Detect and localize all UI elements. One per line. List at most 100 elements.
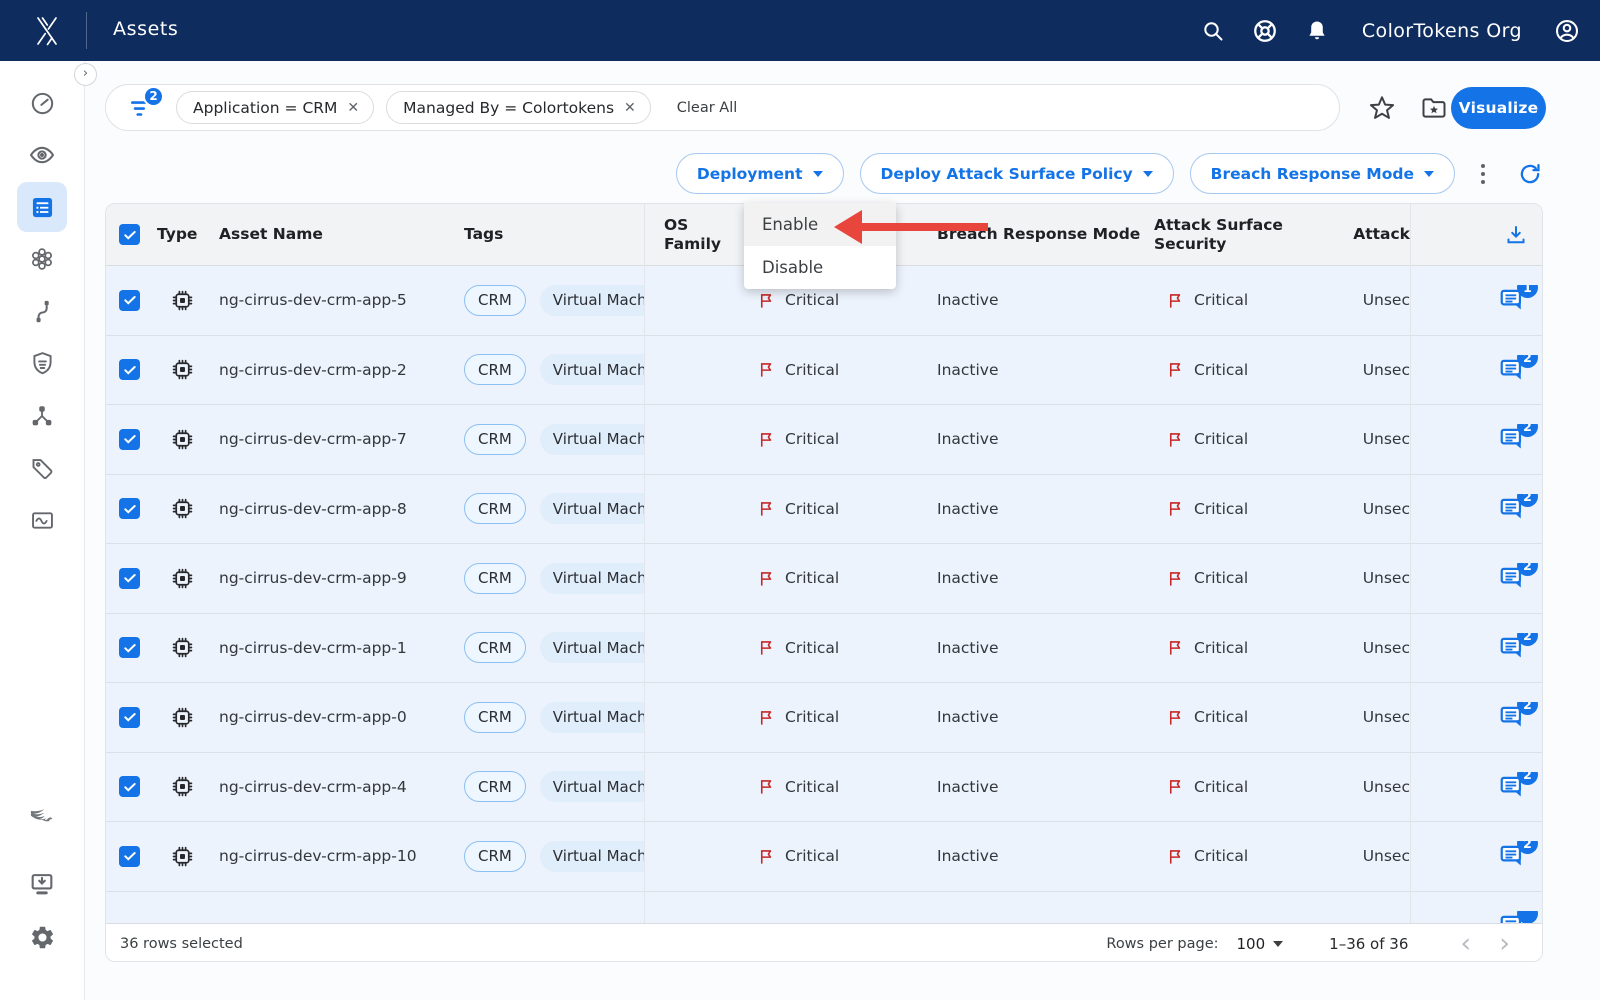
asset-name: ng-cirrus-dev-crm-app-0 bbox=[211, 708, 456, 726]
colortokens-logo-icon[interactable] bbox=[30, 14, 64, 48]
table-row[interactable]: ng-cirrus-dev-crm-app-8 CRM Virtual Mach… bbox=[106, 475, 1542, 545]
tag-virtual-machine[interactable]: Virtual Machine bbox=[540, 632, 644, 663]
sidebar-item-policies[interactable] bbox=[17, 338, 67, 388]
select-all-checkbox[interactable] bbox=[119, 224, 140, 245]
cluster-icon bbox=[28, 245, 56, 273]
reports-chart-icon bbox=[29, 507, 56, 534]
breach-response-mode-cell: Inactive bbox=[931, 708, 1148, 726]
saved-filters-folder-icon[interactable] bbox=[1420, 94, 1448, 122]
sidebar-item-assets[interactable] bbox=[17, 182, 67, 232]
sidebar-item-integration[interactable] bbox=[17, 790, 67, 840]
tag-virtual-machine[interactable]: Virtual Machine bbox=[540, 493, 644, 524]
menu-item-disable[interactable]: Disable bbox=[744, 246, 896, 289]
previous-page-chevron[interactable]: ‹ bbox=[1446, 934, 1485, 954]
tag-crm[interactable]: CRM bbox=[464, 702, 526, 733]
sidebar-item-connections[interactable] bbox=[17, 286, 67, 336]
comments-icon[interactable]: 2 bbox=[1498, 424, 1528, 454]
search-icon[interactable] bbox=[1200, 18, 1226, 44]
sidebar-item-agent-download[interactable] bbox=[17, 859, 67, 909]
tag-virtual-machine[interactable]: Virtual Machine bbox=[540, 354, 644, 385]
more-actions-kebab-icon[interactable] bbox=[1476, 158, 1490, 190]
tag-crm[interactable]: CRM bbox=[464, 493, 526, 524]
comments-icon[interactable]: 2 bbox=[1498, 633, 1528, 663]
rows-per-page-select[interactable]: 100 bbox=[1237, 935, 1284, 953]
tag-virtual-machine[interactable]: Virtual Machine bbox=[540, 285, 644, 316]
account-avatar-icon[interactable] bbox=[1554, 18, 1580, 44]
table-row[interactable]: ng-cirrus-dev-crm-app-10 CRM Virtual Mac… bbox=[106, 822, 1542, 892]
clear-all-filters[interactable]: Clear All bbox=[677, 100, 738, 116]
tag-crm[interactable]: CRM bbox=[464, 632, 526, 663]
tag-crm[interactable]: CRM bbox=[464, 354, 526, 385]
column-divider bbox=[644, 204, 645, 923]
org-name[interactable]: ColorTokens Org bbox=[1362, 20, 1522, 42]
filter-icon[interactable]: 2 bbox=[128, 95, 154, 121]
tag-crm[interactable]: CRM bbox=[464, 424, 526, 455]
asset-name: ng-cirrus-dev-crm-app-10 bbox=[211, 847, 456, 865]
sidebar-item-applications[interactable] bbox=[17, 234, 67, 284]
table-row[interactable]: ng-cirrus-dev-crm-app-9 CRM Virtual Mach… bbox=[106, 544, 1542, 614]
tag-virtual-machine[interactable]: Virtual Machine bbox=[540, 424, 644, 455]
comments-icon[interactable]: 2 bbox=[1498, 563, 1528, 593]
breach-response-mode-button[interactable]: Breach Response Mode bbox=[1190, 153, 1455, 194]
comments-icon[interactable] bbox=[1498, 911, 1528, 923]
attack-truncated-cell: Unsec bbox=[1343, 778, 1410, 796]
sidebar-item-settings[interactable] bbox=[17, 912, 67, 962]
table-row[interactable]: ng-cirrus-dev-crm-app-0 CRM Virtual Mach… bbox=[106, 683, 1542, 753]
comments-icon[interactable]: 1 bbox=[1498, 285, 1528, 315]
row-checkbox[interactable] bbox=[119, 359, 140, 380]
cable-icon bbox=[29, 298, 56, 325]
filter-chip-application[interactable]: Application = CRM ✕ bbox=[176, 91, 374, 124]
visualize-button[interactable]: Visualize bbox=[1451, 87, 1546, 129]
chip-close-icon[interactable]: ✕ bbox=[347, 100, 359, 116]
critical-flag-icon bbox=[757, 569, 776, 588]
row-checkbox[interactable] bbox=[119, 707, 140, 728]
critical-flag-icon bbox=[757, 499, 776, 518]
row-checkbox[interactable] bbox=[119, 429, 140, 450]
deployment-button[interactable]: Deployment bbox=[676, 153, 844, 194]
comments-icon[interactable]: 2 bbox=[1498, 772, 1528, 802]
table-row[interactable]: ng-cirrus-dev-crm-app-1 CRM Virtual Mach… bbox=[106, 614, 1542, 684]
favorite-star-icon[interactable] bbox=[1368, 94, 1396, 122]
table-row[interactable]: ng-cirrus-dev-crm-app-4 CRM Virtual Mach… bbox=[106, 753, 1542, 823]
tag-crm[interactable]: CRM bbox=[464, 841, 526, 872]
deploy-attack-surface-policy-button[interactable]: Deploy Attack Surface Policy bbox=[860, 153, 1174, 194]
deployment-dropdown-menu: Enable Disable bbox=[744, 203, 896, 289]
comments-icon[interactable]: 2 bbox=[1498, 355, 1528, 385]
tag-virtual-machine[interactable]: Virtual Machine bbox=[540, 702, 644, 733]
tag-virtual-machine[interactable]: Virtual Machine bbox=[540, 841, 644, 872]
row-checkbox[interactable] bbox=[119, 776, 140, 797]
row-checkbox[interactable] bbox=[119, 568, 140, 589]
comments-icon[interactable]: 2 bbox=[1498, 494, 1528, 524]
notifications-bell-icon[interactable] bbox=[1304, 18, 1330, 44]
tag-crm[interactable]: CRM bbox=[464, 563, 526, 594]
table-body: ng-cirrus-dev-crm-app-5 CRM Virtual Mach… bbox=[106, 266, 1542, 892]
download-table-icon[interactable] bbox=[1504, 223, 1528, 247]
sidebar-item-visibility[interactable] bbox=[17, 130, 67, 180]
row-checkbox[interactable] bbox=[119, 290, 140, 311]
next-page-chevron[interactable]: › bbox=[1485, 934, 1524, 954]
comments-icon[interactable]: 2 bbox=[1498, 841, 1528, 871]
attack-surface-security-cell: Critical bbox=[1148, 777, 1343, 796]
filter-chip-managed-by[interactable]: Managed By = Colortokens ✕ bbox=[386, 91, 651, 124]
table-row[interactable]: ng-cirrus-dev-crm-app-2 CRM Virtual Mach… bbox=[106, 336, 1542, 406]
support-lifering-icon[interactable] bbox=[1252, 18, 1278, 44]
row-checkbox[interactable] bbox=[119, 637, 140, 658]
chip-close-icon[interactable]: ✕ bbox=[624, 100, 636, 116]
row-checkbox[interactable] bbox=[119, 846, 140, 867]
table-row[interactable]: ng-cirrus-dev-crm-app-7 CRM Virtual Mach… bbox=[106, 405, 1542, 475]
row-checkbox[interactable] bbox=[119, 498, 140, 519]
tag-crm[interactable]: CRM bbox=[464, 771, 526, 802]
tag-virtual-machine[interactable]: Virtual Machine bbox=[540, 771, 644, 802]
sidebar-item-tags[interactable] bbox=[17, 443, 67, 493]
refresh-icon[interactable] bbox=[1517, 161, 1543, 187]
sidebar-collapse-chevron[interactable]: › bbox=[74, 63, 97, 86]
comment-count-badge: 2 bbox=[1517, 772, 1538, 785]
tag-crm[interactable]: CRM bbox=[464, 285, 526, 316]
sidebar-item-dashboard[interactable] bbox=[17, 78, 67, 128]
comments-icon[interactable]: 2 bbox=[1498, 702, 1528, 732]
sidebar-item-topology[interactable] bbox=[17, 391, 67, 441]
sidebar-item-reports[interactable] bbox=[17, 495, 67, 545]
asset-name: ng-cirrus-dev-crm-app-9 bbox=[211, 569, 456, 587]
chevron-down-icon bbox=[1424, 171, 1434, 177]
tag-virtual-machine[interactable]: Virtual Machine bbox=[540, 563, 644, 594]
